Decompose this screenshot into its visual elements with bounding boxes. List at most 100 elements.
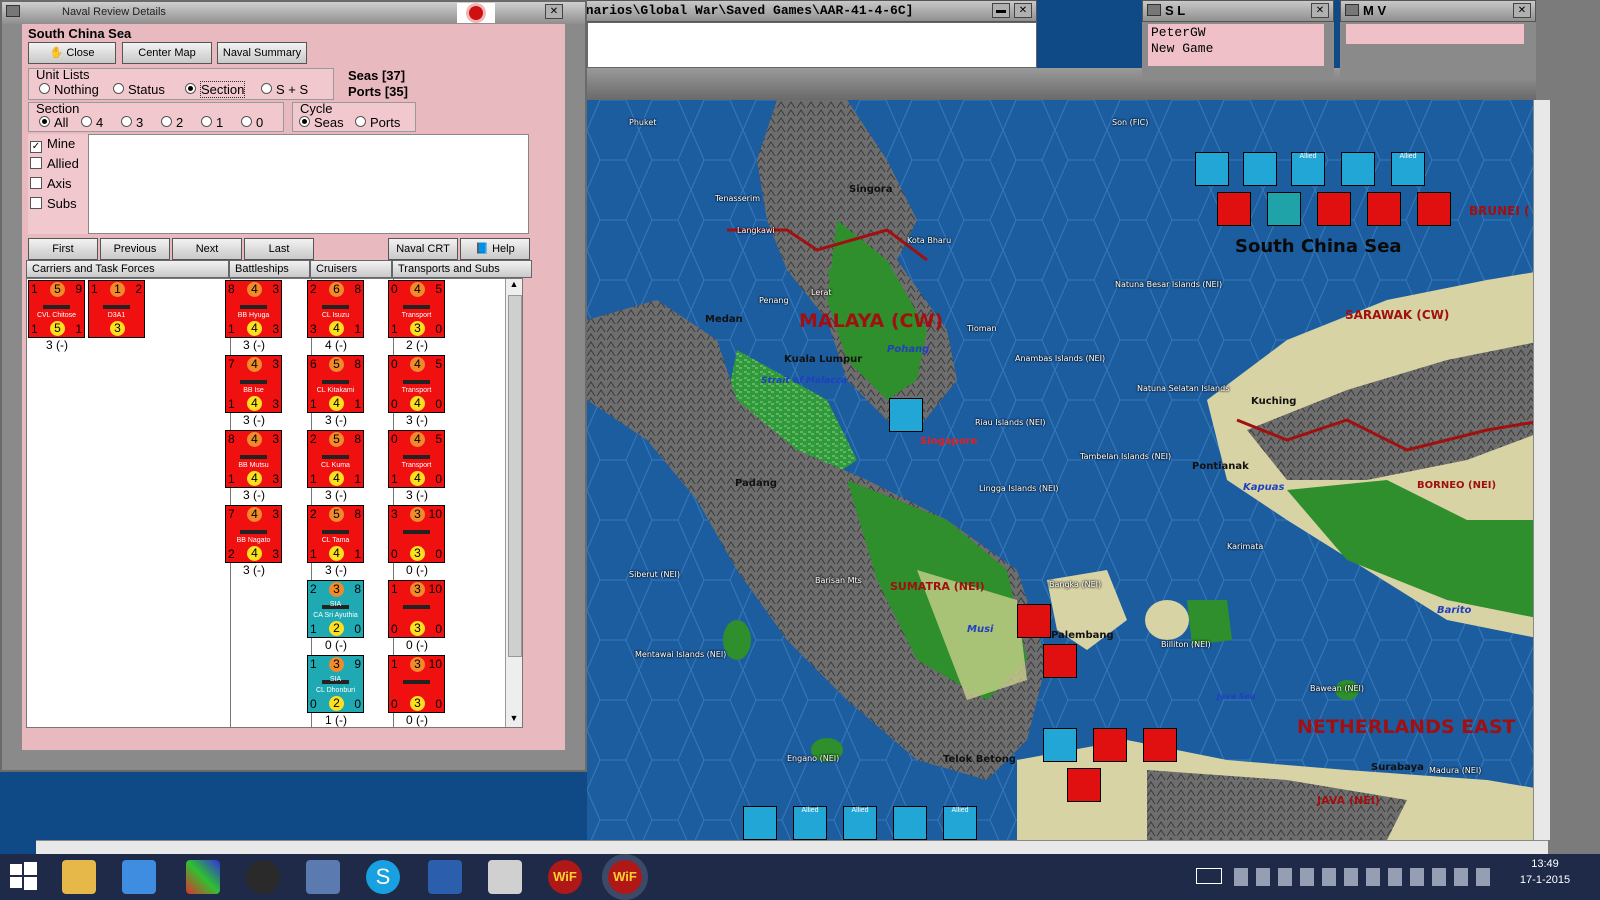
last-button[interactable]: Last bbox=[244, 238, 314, 260]
ship-counter[interactable]: 1 3 9 0 2 0 SIA CL Dhonburi bbox=[307, 655, 364, 713]
naval-summary-button[interactable]: Naval Summary bbox=[217, 42, 307, 64]
ship-counter[interactable]: 1 3 10 0 3 0 bbox=[388, 655, 445, 713]
skype-icon[interactable]: S bbox=[366, 860, 400, 894]
ship-counter[interactable]: 8 4 3 1 4 3 BB Hyuga bbox=[225, 280, 282, 338]
close-button[interactable]: ✕ bbox=[545, 4, 563, 19]
radio-s-plus-s[interactable]: S + S bbox=[261, 82, 308, 97]
close-button[interactable]: ✕ bbox=[1513, 3, 1531, 18]
previous-button[interactable]: Previous bbox=[100, 238, 170, 260]
section-radio-0[interactable]: 0 bbox=[241, 115, 263, 130]
col-header-cruisers[interactable]: Cruisers bbox=[310, 260, 392, 278]
ship-counter[interactable]: 6 5 8 1 4 1 CL Kitakami bbox=[307, 355, 364, 413]
ship-counter[interactable]: 1 1 2 3 D3A1 bbox=[88, 280, 145, 338]
col-header-battleships[interactable]: Battleships bbox=[229, 260, 310, 278]
mv-window[interactable]: M V ✕ bbox=[1340, 0, 1536, 80]
editor-app-icon[interactable] bbox=[488, 860, 522, 894]
section-radio-all[interactable]: All bbox=[39, 115, 68, 130]
game-map[interactable]: MALAYA (CW) South China Sea SARAWAK (CW)… bbox=[587, 100, 1547, 840]
main-window-titlebar[interactable]: enarios\Global War\Saved Games\AAR-41-4-… bbox=[575, 0, 1037, 22]
game-status: New Game bbox=[1151, 41, 1214, 56]
map-counter-allied[interactable]: Allied bbox=[1291, 152, 1325, 186]
help-button[interactable]: 📘 Help bbox=[460, 238, 530, 260]
ship-counter[interactable]: 3 3 10 0 3 0 bbox=[388, 505, 445, 563]
map-counter[interactable] bbox=[1417, 192, 1451, 226]
ship-counter[interactable]: 2 6 8 3 4 1 CL Isuzu bbox=[307, 280, 364, 338]
ship-counter[interactable]: 1 5 9 1 5 1 CVL Chitose bbox=[28, 280, 85, 338]
section-radio-1[interactable]: 1 bbox=[201, 115, 223, 130]
ship-counter[interactable]: 2 5 8 1 4 1 CL Tama bbox=[307, 505, 364, 563]
close-dialog-button[interactable]: ✋ Close bbox=[28, 42, 116, 64]
map-counter[interactable] bbox=[1217, 192, 1251, 226]
cloud-app-icon[interactable] bbox=[428, 860, 462, 894]
map-counter[interactable] bbox=[1267, 192, 1301, 226]
radio-nothing[interactable]: Nothing bbox=[39, 82, 99, 97]
map-counter[interactable] bbox=[743, 806, 777, 840]
scroll-up-arrow-icon[interactable]: ▲ bbox=[506, 279, 522, 293]
radio-section[interactable]: Section bbox=[185, 81, 246, 98]
wif-app-icon[interactable]: WiF bbox=[548, 860, 582, 894]
ship-counter[interactable]: 2 3 8 1 2 0 SIA CA Sri Ayuthia bbox=[307, 580, 364, 638]
map-counter[interactable] bbox=[1243, 152, 1277, 186]
map-vertical-scrollbar[interactable] bbox=[1533, 100, 1550, 840]
map-counter[interactable] bbox=[1043, 728, 1077, 762]
map-counter-allied[interactable]: Allied bbox=[793, 806, 827, 840]
scroll-thumb[interactable] bbox=[508, 295, 522, 657]
naval-crt-button[interactable]: Naval CRT bbox=[388, 238, 458, 260]
dialog-titlebar[interactable]: Naval Review Details ✕ bbox=[2, 2, 585, 24]
list-scrollbar[interactable]: ▲ ▼ bbox=[505, 279, 522, 727]
section-radio-3[interactable]: 3 bbox=[121, 115, 143, 130]
system-tray-icons[interactable] bbox=[1234, 868, 1494, 886]
ship-counter[interactable]: 1 3 10 0 3 0 bbox=[388, 580, 445, 638]
file-explorer-icon[interactable] bbox=[62, 860, 96, 894]
mail-icon[interactable] bbox=[306, 860, 340, 894]
map-counter[interactable] bbox=[893, 806, 927, 840]
scroll-down-arrow-icon[interactable]: ▼ bbox=[506, 713, 522, 727]
center-map-button[interactable]: Center Map bbox=[122, 42, 212, 64]
close-button[interactable]: ✕ bbox=[1014, 3, 1032, 18]
browser-icon[interactable] bbox=[246, 860, 280, 894]
wif-app-icon-active[interactable]: WiF bbox=[608, 860, 642, 894]
map-counter[interactable] bbox=[1017, 604, 1051, 638]
filter-axis[interactable]: Axis bbox=[30, 176, 72, 191]
ship-counter[interactable]: 7 4 3 1 4 3 BB Ise bbox=[225, 355, 282, 413]
map-counter[interactable] bbox=[1093, 728, 1127, 762]
minimize-button[interactable]: ▬ bbox=[992, 3, 1010, 18]
ship-counter[interactable]: 7 4 3 2 4 3 BB Nagato bbox=[225, 505, 282, 563]
radio-status[interactable]: Status bbox=[113, 82, 165, 97]
map-counter[interactable] bbox=[1341, 152, 1375, 186]
next-button[interactable]: Next bbox=[172, 238, 242, 260]
section-radio-4[interactable]: 4 bbox=[81, 115, 103, 130]
first-button[interactable]: First bbox=[28, 238, 98, 260]
filter-allied[interactable]: Allied bbox=[30, 156, 79, 171]
map-counter[interactable] bbox=[1043, 644, 1077, 678]
filter-mine[interactable]: ✓ Mine bbox=[30, 136, 75, 153]
start-windows-icon[interactable] bbox=[8, 860, 42, 894]
ship-name: Transport bbox=[401, 312, 432, 319]
map-counter-allied[interactable]: Allied bbox=[843, 806, 877, 840]
ship-counter[interactable]: 0 4 5 1 4 0 Transport bbox=[388, 430, 445, 488]
map-counter-allied[interactable]: Allied bbox=[1391, 152, 1425, 186]
close-button[interactable]: ✕ bbox=[1311, 3, 1329, 18]
section-radio-2[interactable]: 2 bbox=[161, 115, 183, 130]
ship-counter[interactable]: 2 5 8 1 4 1 CL Kuma bbox=[307, 430, 364, 488]
map-counter[interactable] bbox=[1067, 768, 1101, 802]
sl-window[interactable]: S L ✕ PeterGW New Game bbox=[1142, 0, 1334, 80]
map-counter[interactable] bbox=[1367, 192, 1401, 226]
media-player-icon[interactable] bbox=[122, 860, 156, 894]
ship-counter[interactable]: 0 4 5 0 4 0 Transport bbox=[388, 355, 445, 413]
map-counter-allied[interactable]: Allied bbox=[943, 806, 977, 840]
col-header-carriers[interactable]: Carriers and Task Forces bbox=[26, 260, 229, 278]
map-counter[interactable] bbox=[1317, 192, 1351, 226]
col-header-transports[interactable]: Transports and Subs bbox=[392, 260, 532, 278]
keyboard-icon[interactable] bbox=[1196, 868, 1222, 884]
colorful-app-icon[interactable] bbox=[186, 860, 220, 894]
ship-counter[interactable]: 0 4 5 1 3 0 Transport bbox=[388, 280, 445, 338]
filter-subs[interactable]: Subs bbox=[30, 196, 77, 211]
cycle-radio-ports[interactable]: Ports bbox=[355, 115, 400, 130]
clock[interactable]: 13:49 17-1-2015 bbox=[1500, 858, 1590, 886]
map-counter[interactable] bbox=[1143, 728, 1177, 762]
map-counter-singapore[interactable] bbox=[889, 398, 923, 432]
cycle-radio-seas[interactable]: Seas bbox=[299, 115, 344, 130]
ship-counter[interactable]: 8 4 3 1 4 3 BB Mutsu bbox=[225, 430, 282, 488]
map-counter[interactable] bbox=[1195, 152, 1229, 186]
